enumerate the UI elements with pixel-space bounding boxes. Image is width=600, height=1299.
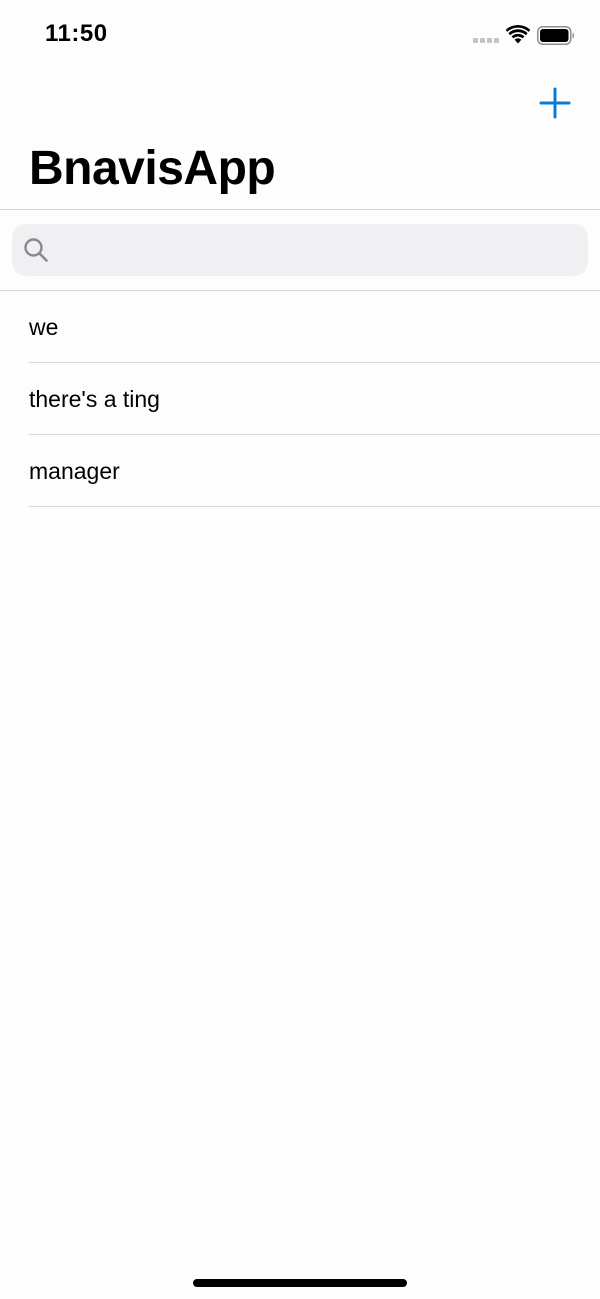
status-bar: 11:50 xyxy=(0,0,600,70)
list-item[interactable]: manager xyxy=(0,435,600,507)
cellular-signal-icon xyxy=(473,38,499,43)
wifi-icon xyxy=(506,25,530,44)
add-button[interactable] xyxy=(538,86,572,120)
search-input[interactable] xyxy=(58,224,578,276)
row-divider xyxy=(29,506,600,507)
battery-icon xyxy=(537,26,574,45)
status-time: 11:50 xyxy=(45,20,108,47)
list-item[interactable]: we xyxy=(0,291,600,363)
item-list: we there's a ting manager xyxy=(0,291,600,507)
search-bar[interactable] xyxy=(12,224,588,276)
list-item-label: we xyxy=(29,314,59,340)
app-screen: 11:50 BnavisApp we there's a ting manage… xyxy=(0,0,600,1299)
list-item-label: there's a ting xyxy=(29,386,160,412)
search-icon xyxy=(24,238,48,262)
header-divider xyxy=(0,209,600,210)
page-title: BnavisApp xyxy=(29,142,276,195)
list-item-label: manager xyxy=(29,458,120,484)
home-indicator[interactable] xyxy=(193,1279,407,1287)
list-item[interactable]: there's a ting xyxy=(0,363,600,435)
